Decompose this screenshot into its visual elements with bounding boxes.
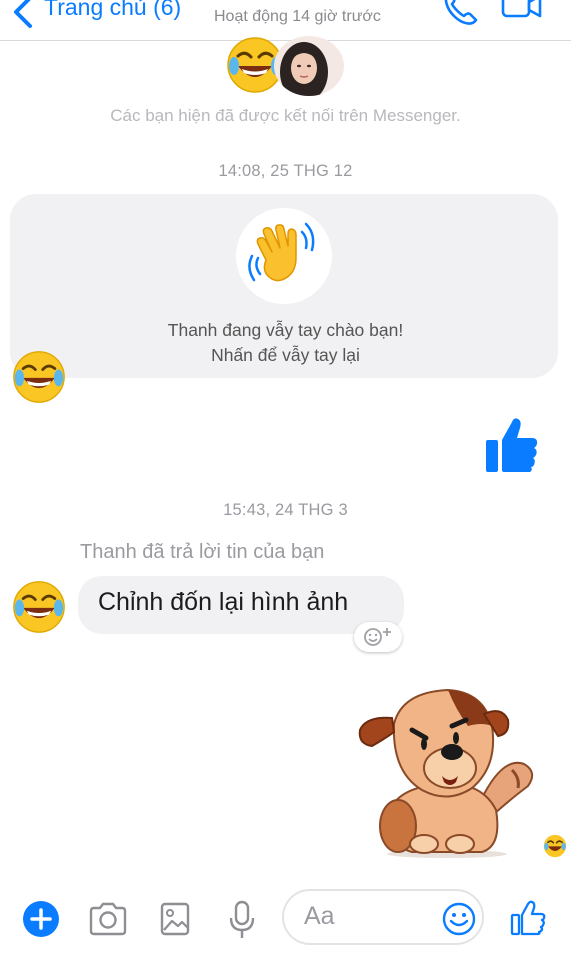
active-status: Hoạt động 14 giờ trước — [214, 8, 381, 25]
add-reaction-button[interactable] — [354, 622, 402, 652]
contact-avatar — [274, 36, 344, 96]
plus-icon[interactable] — [22, 900, 60, 938]
camera-icon[interactable] — [88, 902, 128, 936]
waving-hand-icon — [248, 222, 315, 282]
back-chevron-icon[interactable] — [8, 0, 38, 30]
timestamp: 14:08, 25 THG 12 — [218, 162, 353, 180]
dog-sticker[interactable] — [352, 686, 542, 858]
laughing-emoji-icon — [13, 581, 65, 633]
timestamp: 15:43, 24 THG 3 — [223, 501, 348, 519]
laughing-emoji-icon — [543, 834, 567, 858]
message-input-placeholder: Aa — [304, 902, 335, 930]
reply-note: Thanh đã trả lời tin của bạn — [80, 541, 325, 563]
connected-notice: Các bạn hiện đã được kết nối trên Messen… — [110, 106, 461, 125]
wave-card-subtitle[interactable]: Nhấn để vẫy tay lại — [0, 345, 571, 366]
wave-card-title: Thanh đang vẫy tay chào bạn! — [167, 320, 404, 340]
message-text: Chỉnh đốn lại hình ảnh — [98, 588, 349, 616]
thumbs-up-icon[interactable] — [510, 900, 546, 936]
smiley-icon[interactable] — [441, 901, 477, 937]
thumbs-up-icon — [486, 418, 538, 472]
image-icon[interactable] — [160, 902, 190, 936]
laughing-emoji-icon — [13, 351, 65, 403]
microphone-icon[interactable] — [228, 900, 256, 940]
back-button[interactable]: Trang chủ (6) — [44, 0, 181, 21]
chat-header: Trang chủ (6) Hoạt động 14 giờ trước — [0, 0, 571, 41]
add-reaction-icon — [364, 628, 391, 646]
phone-icon[interactable] — [440, 0, 480, 26]
video-icon[interactable] — [500, 0, 544, 26]
wave-button[interactable] — [236, 208, 332, 304]
